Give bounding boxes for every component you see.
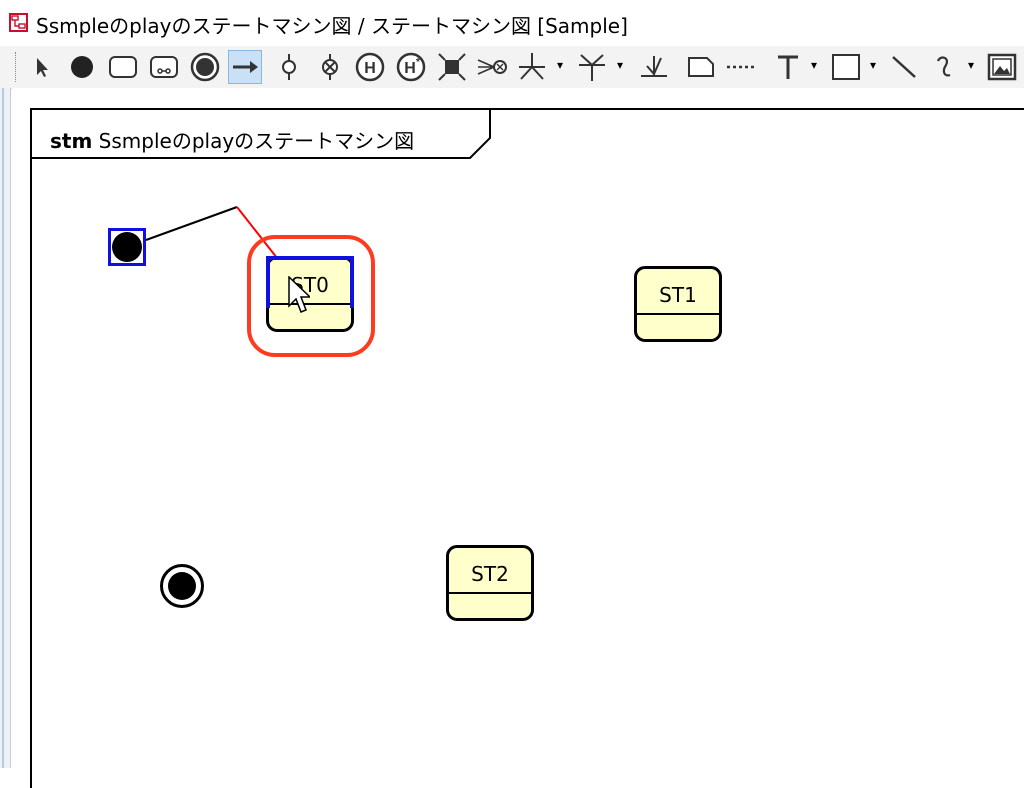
transition-layer	[145, 206, 289, 273]
final-state[interactable]	[160, 564, 204, 608]
transition-segment-1[interactable]	[145, 206, 238, 241]
state-st1-compartment-divider	[637, 313, 719, 315]
initial-pseudostate-dot	[112, 232, 142, 262]
state-st2-compartment-divider	[449, 592, 531, 594]
state-st1[interactable]: ST1	[634, 266, 722, 342]
state-st2[interactable]: ST2	[446, 545, 534, 621]
state-st1-label: ST1	[659, 283, 697, 307]
mouse-cursor-icon	[288, 276, 310, 313]
state-st2-label: ST2	[471, 562, 509, 586]
final-state-inner	[168, 572, 196, 600]
state-st0-selection-box	[266, 256, 354, 308]
initial-pseudostate[interactable]	[108, 228, 146, 266]
